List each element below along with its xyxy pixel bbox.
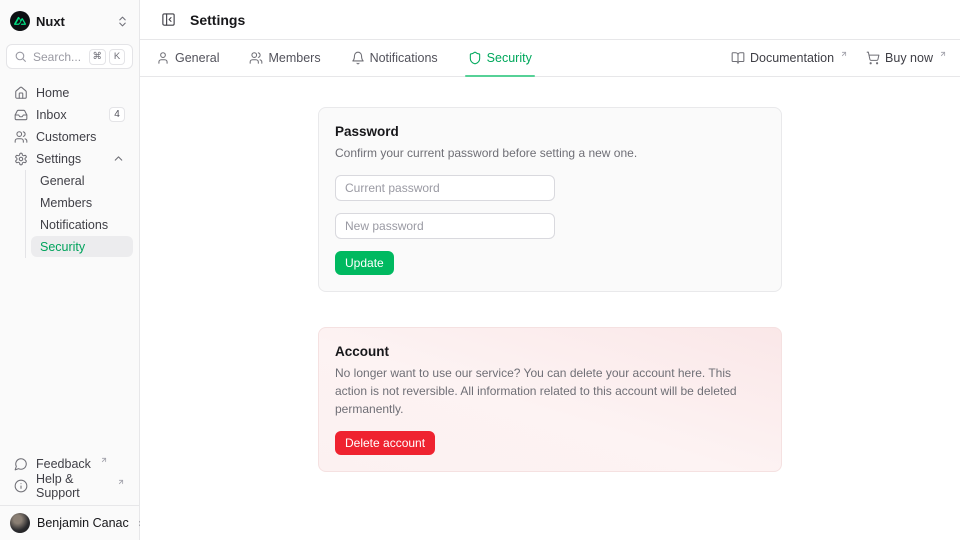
collapse-sidebar-button[interactable] [156,8,180,32]
sidebar-item-label: Settings [36,152,81,166]
sidebar-item-label: Home [36,86,69,100]
sidebar-item-label: Security [40,240,85,254]
sidebar-item-label: Notifications [40,218,108,232]
message-bubble-icon [14,457,28,471]
password-card-description: Confirm your current password before set… [335,144,765,162]
tab-label: Notifications [370,51,438,65]
book-open-icon [731,51,745,65]
tab-general[interactable]: General [153,40,222,76]
user-name: Benjamin Canac [37,516,129,530]
documentation-link[interactable]: Documentation [731,51,848,65]
new-password-field[interactable] [335,213,555,239]
account-card-title: Account [335,344,765,359]
sidebar-item-notifications[interactable]: Notifications [31,214,133,235]
external-link-icon [117,478,125,486]
password-card-title: Password [335,124,765,139]
bell-icon [351,51,365,65]
sidebar-item-general[interactable]: General [31,170,133,191]
delete-account-button[interactable]: Delete account [335,431,435,455]
update-button[interactable]: Update [335,251,394,275]
tab-link-label: Buy now [885,51,933,65]
tab-security[interactable]: Security [465,40,535,76]
sidebar-item-label: Customers [36,130,96,144]
sidebar-footer: Feedback Help & Support [6,453,133,501]
workspace-name: Nuxt [36,14,65,29]
sidebar: Nuxt Search... ⌘ K Home Inbox 4 [0,0,140,540]
search-shortcut: ⌘ K [89,49,126,65]
shopping-cart-icon [866,51,880,65]
chevron-up-icon [112,152,125,165]
password-card: Password Confirm your current password b… [318,107,782,292]
tab-notifications[interactable]: Notifications [348,40,441,76]
shield-icon [468,51,482,65]
users-icon [249,51,263,65]
sidebar-item-security[interactable]: Security [31,236,133,257]
sidebar-item-customers[interactable]: Customers [6,126,133,147]
tabbar: General Members Notifications Security [140,40,960,77]
external-link-icon [100,456,108,464]
inbox-count-badge: 4 [109,107,125,122]
main: Settings General Members Notifications [140,0,960,540]
inbox-icon [14,108,28,122]
info-circle-icon [14,479,28,493]
nuxt-logo-icon [10,11,30,31]
side-link-label: Feedback [36,457,91,471]
tabbar-links: Documentation Buy now [731,51,947,65]
sidebar-item-label: Inbox [36,108,67,122]
content-area: Password Confirm your current password b… [140,77,960,540]
page-header: Settings [140,0,960,40]
kbd-k: K [109,49,125,65]
account-card-description: No longer want to use our service? You c… [335,364,765,418]
help-support-link[interactable]: Help & Support [6,475,133,496]
sidebar-item-home[interactable]: Home [6,82,133,103]
account-card: Account No longer want to use our servic… [318,327,782,472]
gear-icon [14,152,28,166]
workspace-selector[interactable]: Nuxt [6,8,133,34]
settings-subnav: General Members Notifications Security [25,170,133,258]
tab-label: General [175,51,219,65]
sidebar-spacer [6,258,133,453]
avatar [10,513,30,533]
sidebar-item-members[interactable]: Members [31,192,133,213]
users-icon [14,130,28,144]
external-link-icon [840,50,848,58]
buy-now-link[interactable]: Buy now [866,51,947,65]
search-placeholder: Search... [33,50,81,64]
kbd-cmd: ⌘ [89,49,107,65]
external-link-icon [939,50,947,58]
home-icon [14,86,28,100]
user-menu[interactable]: Benjamin Canac [0,505,139,540]
search-input[interactable]: Search... ⌘ K [6,44,133,69]
page-title: Settings [190,12,245,28]
chevrons-up-down-icon [116,15,129,28]
current-password-field[interactable] [335,175,555,201]
sidebar-item-label: General [40,174,84,188]
tabs: General Members Notifications Security [153,40,535,76]
tab-link-label: Documentation [750,51,834,65]
sidebar-item-settings[interactable]: Settings [6,148,133,169]
side-link-label: Help & Support [36,472,108,500]
search-icon [14,50,27,63]
tab-label: Security [487,51,532,65]
sidebar-item-label: Members [40,196,92,210]
sidebar-nav: Home Inbox 4 Customers Settings Genera [6,82,133,258]
user-icon [156,51,170,65]
sidebar-item-inbox[interactable]: Inbox 4 [6,104,133,125]
tab-members[interactable]: Members [246,40,323,76]
tab-label: Members [268,51,320,65]
